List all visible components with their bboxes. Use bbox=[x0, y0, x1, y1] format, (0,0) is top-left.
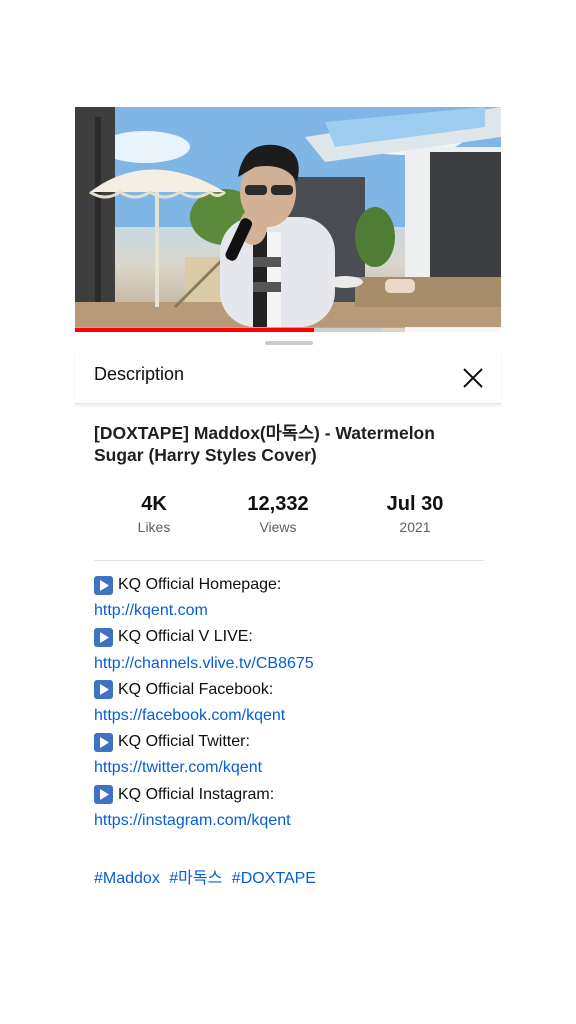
video-thumbnail bbox=[75, 107, 501, 332]
description-line: KQ Official Homepage: bbox=[94, 572, 494, 598]
description-line: https://facebook.com/kqent bbox=[94, 703, 494, 729]
views-count: 12,332 bbox=[247, 493, 309, 515]
homepage-link[interactable]: http://kqent.com bbox=[94, 598, 208, 624]
description-line: KQ Official Facebook: bbox=[94, 677, 494, 703]
upload-date: Jul 30 bbox=[386, 493, 444, 515]
play-button-icon bbox=[94, 627, 113, 647]
likes-stat: 4K Likes bbox=[94, 492, 214, 535]
play-button-icon bbox=[94, 680, 113, 700]
close-button[interactable] bbox=[455, 360, 491, 396]
description-line: https://twitter.com/kqent bbox=[94, 755, 494, 781]
description-line: http://channels.vlive.tv/CB8675 bbox=[94, 651, 494, 677]
hashtag-link[interactable]: #Maddox bbox=[94, 870, 160, 887]
app-frame: Description [DOXTAPE] Maddox(마독스) - Wate… bbox=[75, 107, 501, 907]
panel-title: Description bbox=[94, 364, 185, 384]
facebook-label: KQ Official Facebook: bbox=[118, 680, 274, 698]
vlive-label: KQ Official V LIVE: bbox=[118, 628, 253, 646]
drag-handle[interactable] bbox=[265, 341, 313, 345]
instagram-label: KQ Official Instagram: bbox=[118, 785, 275, 803]
likes-label: Likes bbox=[137, 519, 171, 535]
description-text: KQ Official Homepage: http://kqent.com K… bbox=[94, 572, 494, 834]
hashtag-link[interactable]: #DOXTAPE bbox=[232, 870, 316, 887]
description-line: KQ Official Twitter: bbox=[94, 729, 494, 755]
homepage-label: KQ Official Homepage: bbox=[118, 576, 282, 593]
play-button-icon bbox=[94, 575, 113, 595]
instagram-link[interactable]: https://instagram.com/kqent bbox=[94, 808, 291, 834]
play-button-icon bbox=[94, 732, 113, 752]
facebook-link[interactable]: https://facebook.com/kqent bbox=[94, 703, 285, 729]
play-button-icon bbox=[94, 785, 113, 805]
views-label: Views bbox=[259, 519, 297, 535]
description-line: http://kqent.com bbox=[94, 598, 494, 624]
video-player[interactable] bbox=[75, 107, 501, 332]
vlive-link[interactable]: http://channels.vlive.tv/CB8675 bbox=[94, 651, 314, 677]
date-stat: Jul 30 2021 bbox=[355, 492, 475, 535]
views-stat: 12,332 Views bbox=[218, 492, 338, 535]
divider bbox=[94, 560, 484, 561]
video-title: [DOXTAPE] Maddox(마독스) - Watermelon Sugar… bbox=[94, 423, 435, 465]
likes-count: 4K bbox=[141, 493, 167, 515]
hashtags: #Maddox #마독스 #DOXTAPE bbox=[94, 864, 321, 888]
twitter-link[interactable]: https://twitter.com/kqent bbox=[94, 755, 262, 781]
upload-year: 2021 bbox=[399, 519, 431, 535]
panel-header: Description bbox=[75, 352, 501, 404]
close-icon bbox=[463, 368, 483, 388]
description-line: KQ Official V LIVE: bbox=[94, 624, 494, 650]
video-stats: 4K Likes 12,332 Views Jul 30 2021 bbox=[94, 492, 484, 552]
description-line: KQ Official Instagram: bbox=[94, 782, 494, 808]
twitter-label: KQ Official Twitter: bbox=[118, 733, 250, 751]
description-line: https://instagram.com/kqent bbox=[94, 808, 494, 834]
hashtag-link[interactable]: #마독스 bbox=[169, 870, 222, 887]
description-panel: Description [DOXTAPE] Maddox(마독스) - Wate… bbox=[75, 332, 501, 907]
